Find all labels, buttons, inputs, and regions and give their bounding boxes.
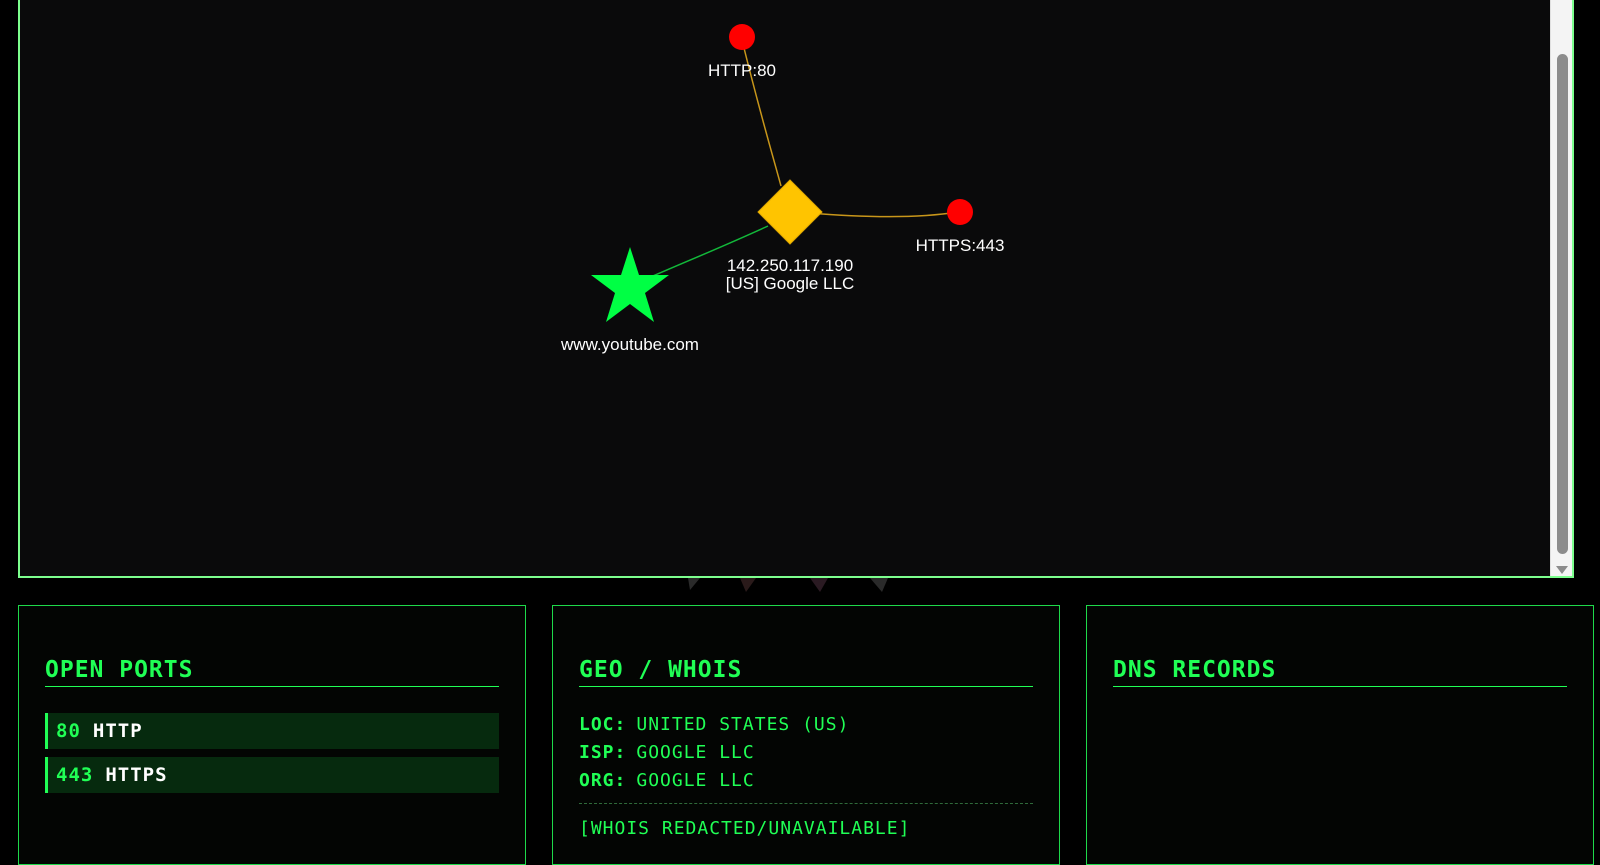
geo-row-location: LOC: UNITED STATES (US)	[579, 711, 1033, 739]
port-service: HTTP	[92, 720, 143, 742]
scroll-down-arrow-icon[interactable]	[1556, 566, 1568, 574]
port-number: 443	[56, 764, 94, 786]
geo-value: GOOGLE LLC	[636, 742, 755, 763]
port-item[interactable]: 80 HTTP	[45, 713, 499, 749]
geo-whois-title: GEO / WHOIS	[579, 656, 1033, 687]
node-domain-star[interactable]	[591, 247, 669, 322]
geo-whois-panel: GEO / WHOIS LOC: UNITED STATES (US) ISP: G…	[552, 605, 1060, 865]
node-https-label: HTTPS:443	[916, 236, 1005, 255]
geo-row-isp: ISP: GOOGLE LLC	[579, 739, 1033, 767]
geo-key: LOC:	[579, 714, 627, 735]
port-number: 80	[56, 720, 81, 742]
node-http-label: HTTP:80	[708, 61, 776, 80]
background-decoration	[688, 578, 888, 592]
edge-ip-https	[809, 211, 959, 218]
node-ip-org-label: [US] Google LLC	[726, 274, 855, 293]
node-http-port[interactable]	[729, 24, 755, 50]
geo-divider	[579, 803, 1033, 804]
port-service: HTTPS	[105, 764, 168, 786]
open-ports-panel: OPEN PORTS 80 HTTP 443 HTTPS	[18, 605, 526, 865]
node-ip-address[interactable]	[757, 179, 823, 245]
geo-row-org: ORG: GOOGLE LLC	[579, 767, 1033, 795]
port-item[interactable]: 443 HTTPS	[45, 757, 499, 793]
network-graph-panel[interactable]: HTTP:80 HTTPS:443 142.250.117.190 [US] G…	[18, 0, 1574, 578]
geo-value: GOOGLE LLC	[636, 770, 755, 791]
geo-info-list: LOC: UNITED STATES (US) ISP: GOOGLE LLC OR…	[579, 711, 1033, 795]
dns-records-panel: DNS RECORDS	[1086, 605, 1594, 865]
node-domain-label: www.youtube.com	[560, 335, 699, 354]
open-ports-title: OPEN PORTS	[45, 656, 499, 687]
scrollbar-thumb[interactable]	[1557, 54, 1568, 554]
network-graph[interactable]: HTTP:80 HTTPS:443 142.250.117.190 [US] G…	[20, 0, 1574, 578]
port-list: 80 HTTP 443 HTTPS	[45, 713, 499, 793]
node-https-port[interactable]	[947, 199, 973, 225]
geo-key: ISP:	[579, 742, 627, 763]
whois-status-note: [WHOIS REDACTED/UNAVAILABLE]	[579, 818, 911, 839]
geo-key: ORG:	[579, 770, 627, 791]
graph-scrollbar[interactable]	[1550, 0, 1572, 576]
geo-value: UNITED STATES (US)	[636, 714, 850, 735]
node-ip-label: 142.250.117.190	[727, 256, 853, 275]
dns-records-title: DNS RECORDS	[1113, 656, 1567, 687]
